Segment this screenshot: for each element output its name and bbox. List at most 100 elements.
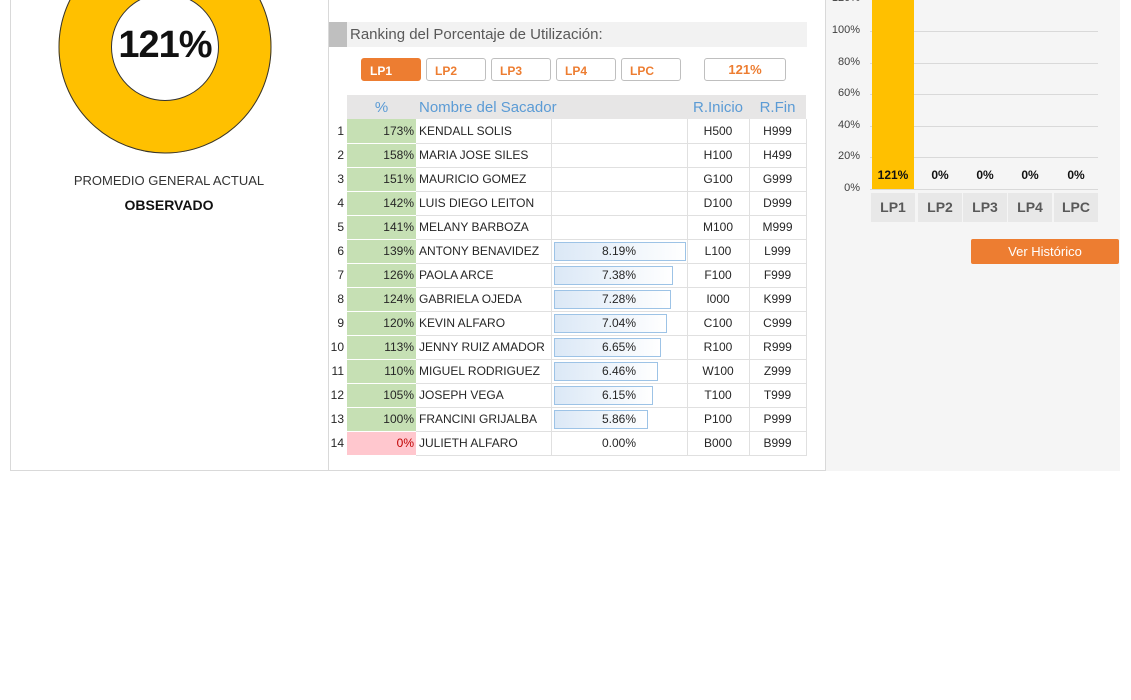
row-share-value: 6.65% xyxy=(601,340,637,354)
row-range-end: L999 xyxy=(749,239,807,264)
row-range-start: D100 xyxy=(687,191,750,216)
chart-panel xyxy=(826,0,1120,471)
row-index: 4 xyxy=(329,191,347,215)
row-share-cell xyxy=(551,191,688,216)
row-picker-name: MAURICIO GOMEZ xyxy=(416,167,552,192)
ranking-table-header: % Nombre del Sacador R.Inicio R.Fin xyxy=(329,95,806,119)
ranking-header: Ranking del Porcentaje de Utilización: xyxy=(329,22,807,47)
tab-lp1[interactable]: LP1 xyxy=(361,58,421,81)
row-range-end: K999 xyxy=(749,287,807,312)
bar-value-label: 0% xyxy=(1021,168,1039,182)
row-share-value: 7.28% xyxy=(601,292,637,306)
row-range-start: F100 xyxy=(687,263,750,288)
row-range-end: D999 xyxy=(749,191,807,216)
row-share-cell: 5.86% xyxy=(551,407,688,432)
row-share-value: 5.86% xyxy=(601,412,637,426)
utilization-gauge: 121% xyxy=(58,0,272,154)
row-share-cell: 8.19% xyxy=(551,239,688,264)
table-row: 9 120% KEVIN ALFARO 7.04% C100 C999 xyxy=(329,311,807,336)
row-utilization-pct: 151% xyxy=(347,167,416,192)
x-category-label[interactable]: LPC xyxy=(1054,193,1098,222)
table-row: 7 126% PAOLA ARCE 7.38% F100 F999 xyxy=(329,263,807,288)
table-row: 5 141% MELANY BARBOZA M100 M999 xyxy=(329,215,807,240)
row-share-cell: 7.28% xyxy=(551,287,688,312)
row-range-start: W100 xyxy=(687,359,750,384)
table-row: 4 142% LUIS DIEGO LEITON D100 D999 xyxy=(329,191,807,216)
table-row: 6 139% ANTONY BENAVIDEZ 8.19% L100 L999 xyxy=(329,239,807,264)
row-utilization-pct: 100% xyxy=(347,407,416,432)
row-range-end: T999 xyxy=(749,383,807,408)
row-range-end: Z999 xyxy=(749,359,807,384)
row-index: 10 xyxy=(329,335,347,359)
pct-column-header: % xyxy=(347,95,416,119)
row-picker-name: MIGUEL RODRIGUEZ xyxy=(416,359,552,384)
row-share-cell: 7.38% xyxy=(551,263,688,288)
row-picker-name: LUIS DIEGO LEITON xyxy=(416,191,552,216)
row-utilization-pct: 141% xyxy=(347,215,416,240)
average-label: PROMEDIO GENERAL ACTUAL xyxy=(73,173,265,188)
row-picker-name: KEVIN ALFARO xyxy=(416,311,552,336)
row-picker-name: PAOLA ARCE xyxy=(416,263,552,288)
row-share-cell xyxy=(551,215,688,240)
row-share-cell: 6.46% xyxy=(551,359,688,384)
tab-lp3[interactable]: LP3 xyxy=(491,58,551,81)
x-category-label[interactable]: LP2 xyxy=(918,193,962,222)
row-index: 6 xyxy=(329,239,347,263)
table-row: 8 124% GABRIELA OJEDA 7.28% I000 K999 xyxy=(329,287,807,312)
table-row: 10 113% JENNY RUIZ AMADOR 6.65% R100 R999 xyxy=(329,335,807,360)
row-range-start: M100 xyxy=(687,215,750,240)
row-index: 7 xyxy=(329,263,347,287)
row-share-value: 7.04% xyxy=(601,316,637,330)
row-index: 8 xyxy=(329,287,347,311)
bar-value-label: 0% xyxy=(976,168,994,182)
row-index: 9 xyxy=(329,311,347,335)
gauge-value: 121% xyxy=(118,23,212,66)
row-share-value: 6.46% xyxy=(601,364,637,378)
table-row: 14 0% JULIETH ALFARO 0.00% B000 B999 xyxy=(329,431,807,456)
row-utilization-pct: 110% xyxy=(347,359,416,384)
row-range-start: R100 xyxy=(687,335,750,360)
status-label: OBSERVADO xyxy=(124,197,214,213)
row-range-start: H500 xyxy=(687,119,750,144)
row-utilization-pct: 113% xyxy=(347,335,416,360)
row-share-cell xyxy=(551,143,688,168)
x-category-label[interactable]: LP1 xyxy=(871,193,915,222)
row-index: 3 xyxy=(329,167,347,191)
row-range-start: C100 xyxy=(687,311,750,336)
row-share-cell: 6.15% xyxy=(551,383,688,408)
row-utilization-pct: 0% xyxy=(347,431,416,456)
row-index: 1 xyxy=(329,119,347,143)
row-range-end: C999 xyxy=(749,311,807,336)
end-column-header: R.Fin xyxy=(749,95,806,119)
tab-lpc[interactable]: LPC xyxy=(621,58,681,81)
row-utilization-pct: 158% xyxy=(347,143,416,168)
row-range-start: I000 xyxy=(687,287,750,312)
row-share-cell xyxy=(551,119,688,144)
tab-lp2[interactable]: LP2 xyxy=(426,58,486,81)
row-index: 2 xyxy=(329,143,347,167)
row-share-value: 0.00% xyxy=(601,436,637,450)
row-picker-name: GABRIELA OJEDA xyxy=(416,287,552,312)
row-range-end: G999 xyxy=(749,167,807,192)
row-index: 14 xyxy=(329,431,347,455)
current-pct-box: 121% xyxy=(704,58,786,81)
row-picker-name: FRANCINI GRIJALBA xyxy=(416,407,552,432)
ranking-table: % Nombre del Sacador R.Inicio R.Fin 1 1 7 3… xyxy=(329,95,807,456)
table-row: 3 151% MAURICIO GOMEZ G100 G999 xyxy=(329,167,807,192)
row-index: 12 xyxy=(329,383,347,407)
row-range-start: P100 xyxy=(687,407,750,432)
x-category-label[interactable]: LP4 xyxy=(1008,193,1052,222)
ranking-header-marker xyxy=(329,22,347,47)
y-tick-label: 0% xyxy=(844,182,860,194)
row-index: 11 xyxy=(329,359,347,383)
x-category-label[interactable]: LP3 xyxy=(963,193,1007,222)
row-range-end: H499 xyxy=(749,143,807,168)
table-row: 2 158% MARIA JOSE SILES H100 H499 xyxy=(329,143,807,168)
row-share-cell: 7.04% xyxy=(551,311,688,336)
row-picker-name: JULIETH ALFARO xyxy=(416,431,552,456)
row-range-start: T100 xyxy=(687,383,750,408)
view-history-button[interactable]: Ver Histórico xyxy=(971,239,1119,264)
table-row: 12 105% JOSEPH VEGA 6.15% T100 T999 xyxy=(329,383,807,408)
tab-lp4[interactable]: LP4 xyxy=(556,58,616,81)
table-row: 11 110% MIGUEL RODRIGUEZ 6.46% W100 Z999 xyxy=(329,359,807,384)
